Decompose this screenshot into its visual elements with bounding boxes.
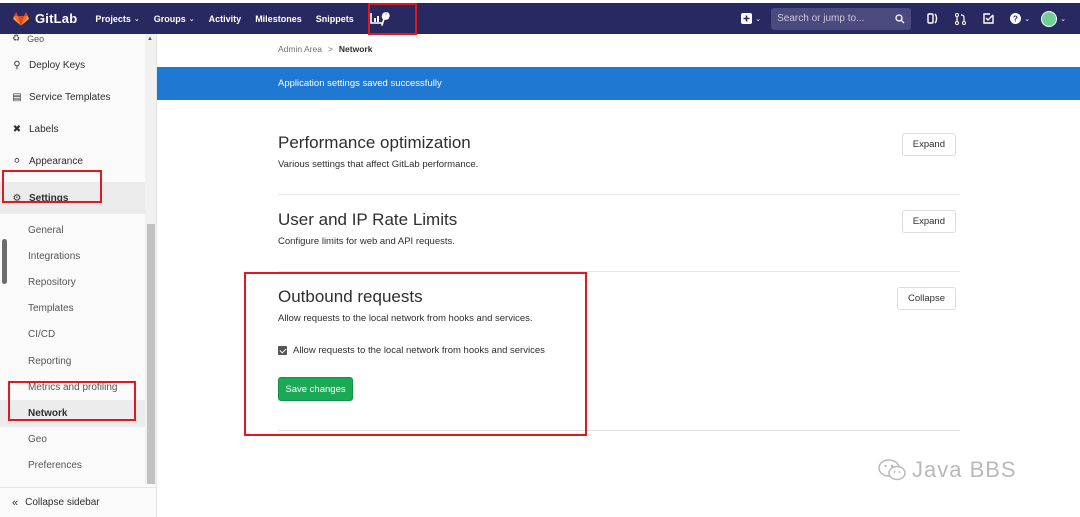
sidebar-subitem-preferences[interactable]: Preferences — [0, 453, 145, 479]
network-highlight — [8, 381, 136, 421]
sidebar-scrollbar-thumb[interactable] — [147, 224, 155, 484]
sidebar-subitem-general[interactable]: General — [0, 217, 145, 243]
sidebar-subitem-ci-cd[interactable]: CI/CD — [0, 322, 145, 348]
chevron-down-icon: ⌄ — [188, 15, 195, 23]
double-chevron-left-icon: « — [12, 496, 19, 509]
svg-text:?: ? — [1013, 15, 1018, 24]
collapse-sidebar-label: Collapse sidebar — [25, 497, 100, 508]
nav-milestones[interactable]: Milestones — [255, 14, 302, 24]
chevron-down-icon: ⌄ — [1024, 15, 1031, 23]
breadcrumb-admin-area[interactable]: Admin Area — [278, 44, 322, 54]
issues-sidebar-icon[interactable] — [921, 8, 943, 30]
sidebar-subitem-geo[interactable]: Geo — [0, 427, 145, 453]
breadcrumb-current[interactable]: Network — [339, 44, 373, 54]
nav-snippets-label: Snippets — [315, 13, 354, 24]
sidebar-item-deploy-keys[interactable]: ⚲ Deploy Keys — [0, 49, 145, 81]
nav-projects-label: Projects — [95, 13, 131, 24]
template-icon: ▤ — [12, 91, 22, 103]
sidebar-item-label: Deploy Keys — [29, 59, 86, 71]
merge-request-icon[interactable] — [949, 8, 971, 30]
section-performance: Performance optimization Various setting… — [278, 133, 960, 170]
sidebar-item-labels[interactable]: ✖ Labels — [0, 113, 145, 145]
sidebar-item-geo-top[interactable]: ♻ Geo — [0, 34, 145, 44]
sidebar-subitem-reporting[interactable]: Reporting — [0, 348, 145, 374]
nav-groups[interactable]: Groups ⌄ — [154, 14, 195, 24]
chevron-down-icon: ⌄ — [1060, 15, 1066, 23]
watermark-text: Java BBS — [912, 457, 1017, 482]
nav-groups-label: Groups — [153, 13, 186, 24]
right-nav: ⌄ Search or jump to... ? ⌄ ⌄ — [741, 3, 1080, 34]
help-icon[interactable]: ? ⌄ — [1005, 8, 1035, 30]
palette-icon: ⚪ — [12, 155, 22, 167]
settings-highlight — [2, 170, 102, 203]
sidebar-item-label: Service Templates — [29, 91, 111, 103]
chevron-down-icon: ⌄ — [133, 15, 140, 23]
nav-activity[interactable]: Activity — [209, 14, 242, 24]
collapse-button[interactable]: Collapse — [897, 287, 956, 310]
sidebar-item-label: Appearance — [29, 155, 83, 167]
sidebar-subitem-templates[interactable]: Templates — [0, 296, 145, 322]
settings-submenu: General Integrations Repository Template… — [0, 217, 145, 479]
brand-name: GitLab — [35, 11, 78, 26]
collapse-sidebar-button[interactable]: « Collapse sidebar — [0, 487, 156, 517]
sidebar-item-label: Geo — [27, 34, 45, 44]
expand-button[interactable]: Expand — [901, 210, 956, 233]
nav-milestones-label: Milestones — [255, 13, 302, 24]
section-rate-limits: User and IP Rate Limits Configure limits… — [278, 210, 960, 247]
section-title: User and IP Rate Limits — [278, 210, 458, 229]
sidebar-subitem-repository[interactable]: Repository — [0, 269, 145, 295]
wechat-icon — [878, 459, 906, 481]
breadcrumb-separator: > — [327, 44, 333, 54]
plus-square-icon — [741, 13, 753, 24]
watermark: Java BBS — [878, 457, 1017, 483]
nav-projects[interactable]: Projects ⌄ — [95, 14, 139, 24]
key-icon: ⚲ — [13, 59, 21, 71]
gitlab-brand[interactable]: GitLab — [12, 11, 77, 26]
top-navbar: GitLab Projects ⌄ Groups ⌄ Activity Milest… — [0, 3, 1080, 35]
gitlab-logo-icon — [13, 11, 29, 26]
sidebar-subitem-integrations[interactable]: Integrations — [0, 243, 145, 269]
expand-button[interactable]: Expand — [901, 133, 956, 156]
nav-activity-label: Activity — [208, 13, 242, 24]
chevron-down-icon: ⌄ — [755, 15, 762, 23]
search-input[interactable]: Search or jump to... — [771, 7, 912, 30]
admin-area-wrench-icon[interactable] — [368, 3, 417, 35]
new-dropdown-button[interactable]: ⌄ — [741, 13, 761, 24]
scroll-up-icon[interactable]: ▲ — [147, 36, 153, 42]
page-edge-marker — [2, 239, 7, 284]
geo-icon: ♻ — [12, 34, 21, 43]
sidebar-item-service-templates[interactable]: ▤ Service Templates — [0, 81, 145, 113]
labels-icon: ✖ — [12, 123, 22, 135]
section-title: Performance optimization — [278, 133, 471, 152]
search-placeholder: Search or jump to... — [777, 13, 865, 24]
avatar — [1041, 10, 1058, 27]
flash-notice: Application settings saved successfully — [157, 67, 1080, 100]
outbound-highlight — [244, 272, 587, 436]
user-menu[interactable]: ⌄ — [1041, 10, 1066, 27]
search-icon — [895, 13, 905, 23]
flash-message: Application settings saved successfully — [278, 78, 442, 89]
breadcrumb: Admin Area > Network — [278, 44, 372, 54]
todo-icon[interactable] — [977, 8, 999, 30]
divider — [278, 194, 960, 195]
nav-snippets[interactable]: Snippets — [316, 14, 354, 24]
section-description: Various settings that affect GitLab perf… — [278, 159, 479, 170]
admin-sidebar: ♻ Geo ⚲ Deploy Keys ▤ Service Templates ✖… — [0, 34, 157, 517]
section-description: Configure limits for web and API request… — [278, 236, 455, 247]
sidebar-item-label: Labels — [29, 123, 59, 135]
